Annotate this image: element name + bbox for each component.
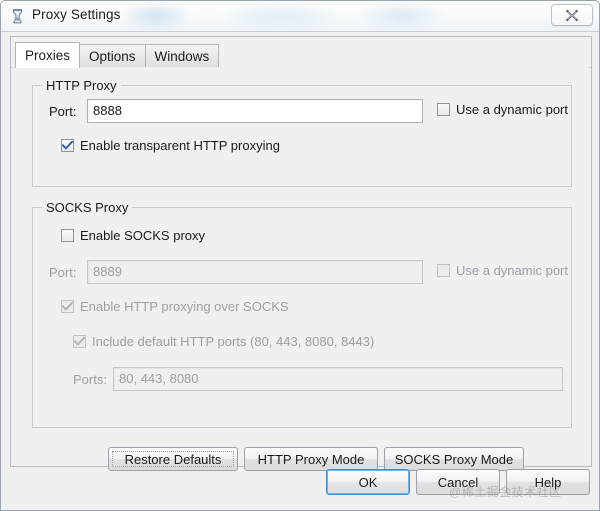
tab-proxies[interactable]: Proxies	[15, 42, 81, 68]
close-icon[interactable]	[551, 4, 593, 26]
checkbox-box-icon	[437, 103, 450, 116]
titlebar-artifact-1	[121, 1, 191, 31]
tab-content-proxies: HTTP Proxy Port: 8888 Use a dynamic port…	[12, 67, 590, 471]
socks-proxy-group: SOCKS Proxy Enable SOCKS proxy Port: 888…	[32, 200, 572, 428]
socks-http-over-socks-label: Enable HTTP proxying over SOCKS	[80, 299, 289, 314]
socks-port-label: Port:	[49, 265, 77, 280]
socks-proxy-mode-label: SOCKS Proxy Mode	[394, 451, 514, 467]
tab-options-label: Options	[89, 49, 136, 64]
socks-ports-label: Ports:	[73, 372, 107, 387]
settings-panel: Proxies Options Windows HTTP Proxy Port:…	[10, 36, 592, 471]
socks-port-input[interactable]: 8889	[87, 260, 423, 284]
titlebar-artifact-2	[216, 1, 346, 31]
proxy-settings-window: Proxy Settings Proxies Options Windows H…	[0, 0, 600, 511]
socks-enable-label: Enable SOCKS proxy	[80, 228, 206, 243]
http-dynamic-port-checkbox[interactable]: Use a dynamic port	[437, 102, 568, 117]
tab-windows-label: Windows	[154, 49, 210, 64]
tab-windows[interactable]: Windows	[144, 44, 220, 68]
checkbox-checked-disabled-icon	[61, 300, 74, 313]
watermark: @稀土掘金技术社区	[449, 485, 562, 499]
socks-default-ports-checkbox[interactable]: Include default HTTP ports (80, 443, 808…	[73, 334, 374, 349]
http-proxy-group-title: HTTP Proxy	[42, 78, 121, 93]
socks-default-ports-label: Include default HTTP ports (80, 443, 808…	[92, 334, 375, 349]
http-port-input[interactable]: 8888	[87, 99, 423, 123]
ok-button[interactable]: OK	[326, 469, 410, 495]
checkbox-box-icon	[61, 229, 74, 242]
socks-ports-input[interactable]: 80, 443, 8080	[113, 367, 563, 391]
proxy-app-icon	[10, 8, 25, 24]
titlebar-artifact-3	[356, 1, 446, 31]
http-transparent-proxying-label: Enable transparent HTTP proxying	[80, 138, 280, 153]
socks-dynamic-port-checkbox[interactable]: Use a dynamic port	[437, 263, 568, 278]
socks-dynamic-port-label: Use a dynamic port	[456, 263, 568, 278]
ok-button-label: OK	[358, 474, 378, 490]
checkbox-box-icon	[437, 264, 450, 277]
socks-proxy-group-title: SOCKS Proxy	[42, 200, 133, 215]
http-port-label: Port:	[49, 104, 77, 119]
http-proxy-group: HTTP Proxy Port: 8888 Use a dynamic port…	[32, 78, 572, 187]
restore-defaults-label: Restore Defaults	[124, 451, 222, 467]
title-bar: Proxy Settings	[1, 1, 599, 32]
window-title: Proxy Settings	[32, 7, 121, 22]
checkbox-checked-icon	[61, 139, 74, 152]
http-dynamic-port-label: Use a dynamic port	[456, 102, 568, 117]
socks-http-over-socks-checkbox[interactable]: Enable HTTP proxying over SOCKS	[61, 299, 289, 314]
socks-enable-checkbox[interactable]: Enable SOCKS proxy	[61, 228, 205, 243]
tab-options[interactable]: Options	[79, 44, 146, 68]
http-proxy-mode-label: HTTP Proxy Mode	[257, 451, 365, 467]
http-transparent-proxying-checkbox[interactable]: Enable transparent HTTP proxying	[61, 138, 280, 153]
tab-proxies-label: Proxies	[25, 48, 71, 63]
checkbox-checked-disabled-icon	[73, 335, 86, 348]
tab-strip: Proxies Options Windows	[15, 42, 220, 68]
